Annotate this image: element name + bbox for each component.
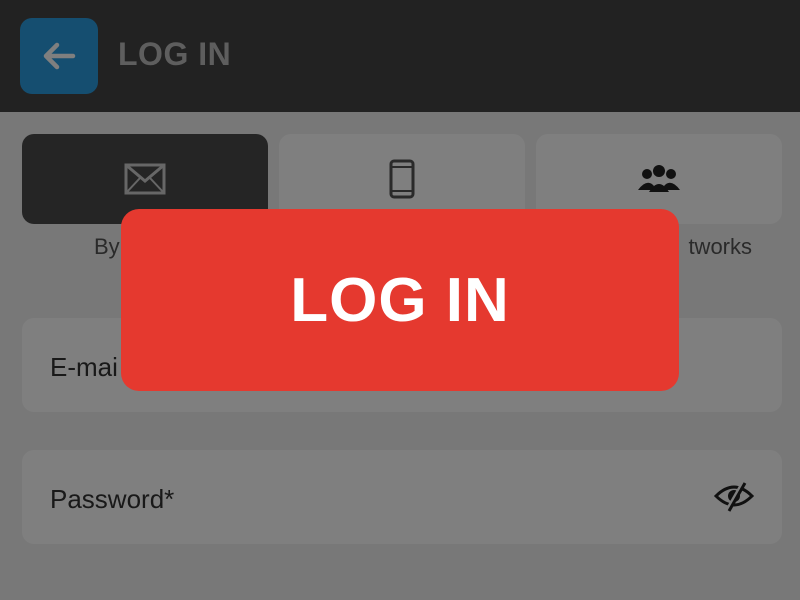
login-button[interactable]: LOG IN [121, 209, 679, 391]
login-screen: LOG IN By tworks E-mai P [0, 0, 800, 600]
